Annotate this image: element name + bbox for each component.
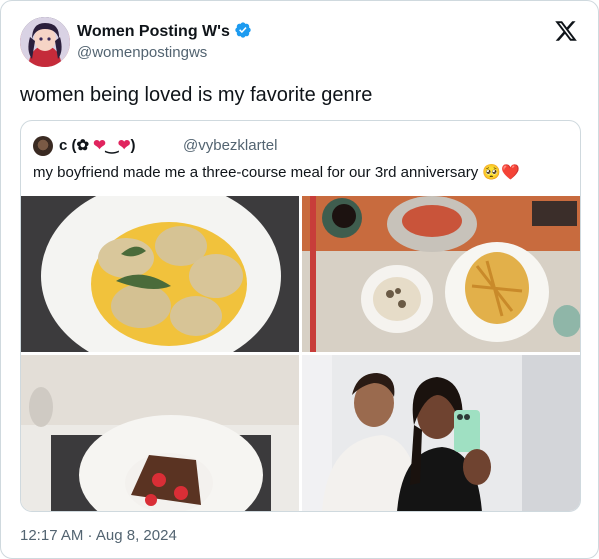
quoted-tweet-text: my boyfriend made me a three-course meal… <box>33 163 520 181</box>
quoted-text-body: my boyfriend made me a three-course meal… <box>33 164 483 181</box>
tweet-text: women being loved is my favorite genre <box>20 84 373 106</box>
tweet-timestamp[interactable]: 12:17 AM · Aug 8, 2024 <box>20 527 177 544</box>
quoted-author-avatar[interactable] <box>33 136 53 156</box>
author-name-text[interactable]: Women Posting W's <box>77 23 230 40</box>
x-logo-icon[interactable] <box>554 19 578 43</box>
quoted-name-mid: ‿ <box>105 137 118 154</box>
quoted-name-prefix: c (✿ <box>59 137 94 154</box>
dessert-photo[interactable] <box>21 355 299 511</box>
verified-badge-icon <box>235 22 251 38</box>
heart-icon: ❤ <box>117 137 131 154</box>
couple-selfie-photo[interactable] <box>302 355 580 511</box>
quoted-tweet[interactable]: c (✿ ❤‿❤) @vybezklartel my boyfriend mad… <box>20 120 581 512</box>
quoted-author-name[interactable]: c (✿ ❤‿❤) <box>59 136 135 154</box>
ravioli-photo[interactable] <box>21 196 299 352</box>
tweet-card[interactable]: Women Posting W's @womenpostingws women … <box>0 0 599 559</box>
pleading-heart-emoji-icon: 🥺❤️ <box>482 164 520 181</box>
author-name[interactable]: Women Posting W's <box>77 21 252 41</box>
table-meal-photo[interactable] <box>302 196 580 352</box>
quoted-name-suffix: ) <box>130 137 136 154</box>
author-avatar[interactable] <box>20 17 70 67</box>
quoted-author-handle[interactable]: @vybezklartel <box>183 137 277 154</box>
media-grid <box>21 196 580 511</box>
heart-icon: ❤ <box>93 137 106 154</box>
author-handle[interactable]: @womenpostingws <box>77 44 207 61</box>
